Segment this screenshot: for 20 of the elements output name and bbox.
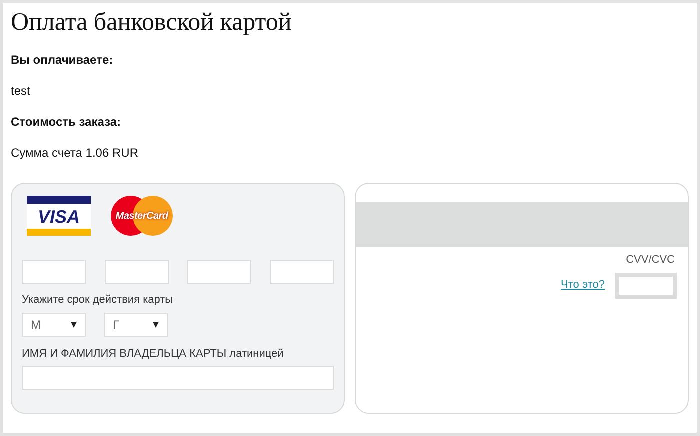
dropdown-caret-icon <box>153 322 159 328</box>
field-value: Сумма счета 1.06 RUR <box>11 146 140 160</box>
dropdown-caret-icon <box>71 322 77 328</box>
visa-logo: VISA <box>27 196 91 236</box>
card-number-field[interactable] <box>270 260 334 284</box>
card-number-field[interactable] <box>104 260 169 284</box>
field-label: Стоимость заказа: <box>11 115 122 129</box>
cardholder-field[interactable] <box>22 366 334 390</box>
cardholder-label: ИМЯ И ФАМИЛИЯ ВЛАДЕЛЬЦА КАРТЫ латиницей <box>22 346 285 362</box>
field-label: Вы оплачиваете: <box>11 53 114 67</box>
cvv-field[interactable] <box>615 272 677 298</box>
card-number-field[interactable] <box>22 260 86 284</box>
field-value: test <box>11 84 32 98</box>
help-link[interactable]: Что это? <box>561 277 605 294</box>
expiry-label: Укажите срок действия карты <box>22 293 174 308</box>
cvv-label: CVV/CVC <box>626 253 675 268</box>
card-number-field[interactable] <box>187 260 252 284</box>
expiry-select[interactable]: Г <box>104 312 168 336</box>
expiry-select[interactable]: М <box>22 312 86 336</box>
page-title: Оплата банковской картой <box>11 10 293 35</box>
